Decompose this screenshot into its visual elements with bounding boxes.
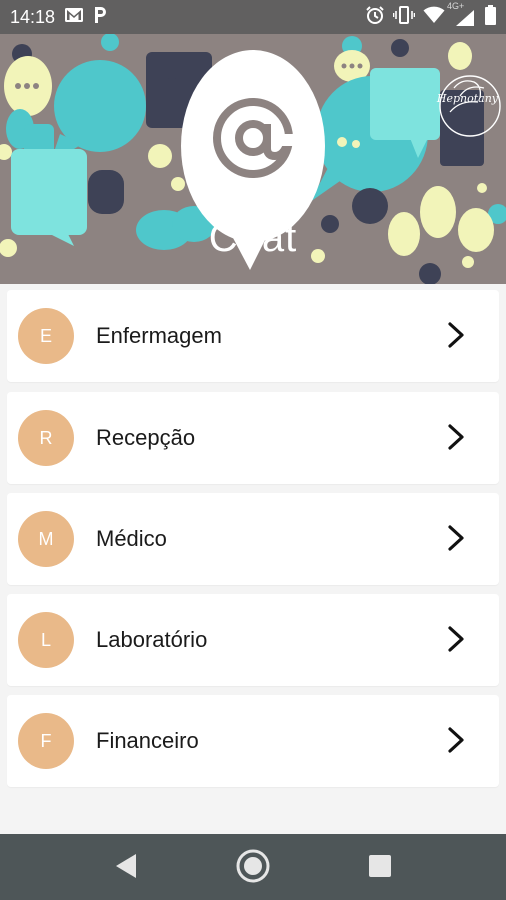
chevron-right-icon (448, 525, 464, 551)
avatar: L (18, 612, 74, 668)
alarm-icon (365, 5, 385, 30)
chat-item-medico[interactable]: M Médico (7, 493, 499, 585)
chat-item-enfermagem[interactable]: E Enfermagem (7, 290, 499, 382)
avatar: F (18, 713, 74, 769)
chat-item-recepcao[interactable]: R Recepção (7, 392, 499, 484)
chat-item-label: Financeiro (96, 728, 199, 753)
home-icon[interactable] (235, 848, 271, 884)
battery-icon (485, 4, 496, 30)
gmail-icon (65, 7, 84, 27)
back-icon[interactable] (112, 850, 140, 882)
chat-item-label: Médico (96, 526, 167, 551)
chat-item-laboratorio[interactable]: L Laboratório (7, 594, 499, 686)
vibrate-icon (392, 5, 416, 29)
chevron-right-icon (448, 727, 464, 753)
page-title: Chat (208, 216, 298, 260)
wifi-icon (423, 6, 445, 29)
status-time: 14:18 (10, 6, 56, 27)
system-nav-bar (0, 834, 506, 900)
chat-header-banner: Hepnotany Chat (0, 34, 506, 284)
brand-logo-text: Hepnotany (436, 92, 498, 105)
chat-item-label: Enfermagem (96, 323, 222, 348)
signal-icon: 4G+ (447, 1, 477, 27)
chat-item-financeiro[interactable]: F Financeiro (7, 695, 499, 787)
chevron-right-icon (448, 322, 464, 348)
avatar: M (18, 511, 74, 567)
p-app-icon (93, 6, 107, 29)
chevron-right-icon (448, 626, 464, 652)
chat-item-label: Laboratório (96, 627, 208, 652)
status-bar: 14:18 4G+ (0, 0, 506, 34)
chevron-right-icon (448, 424, 464, 450)
chat-item-label: Recepção (96, 425, 196, 450)
recents-icon[interactable] (368, 854, 392, 878)
avatar: R (18, 410, 74, 466)
avatar: E (18, 308, 74, 364)
